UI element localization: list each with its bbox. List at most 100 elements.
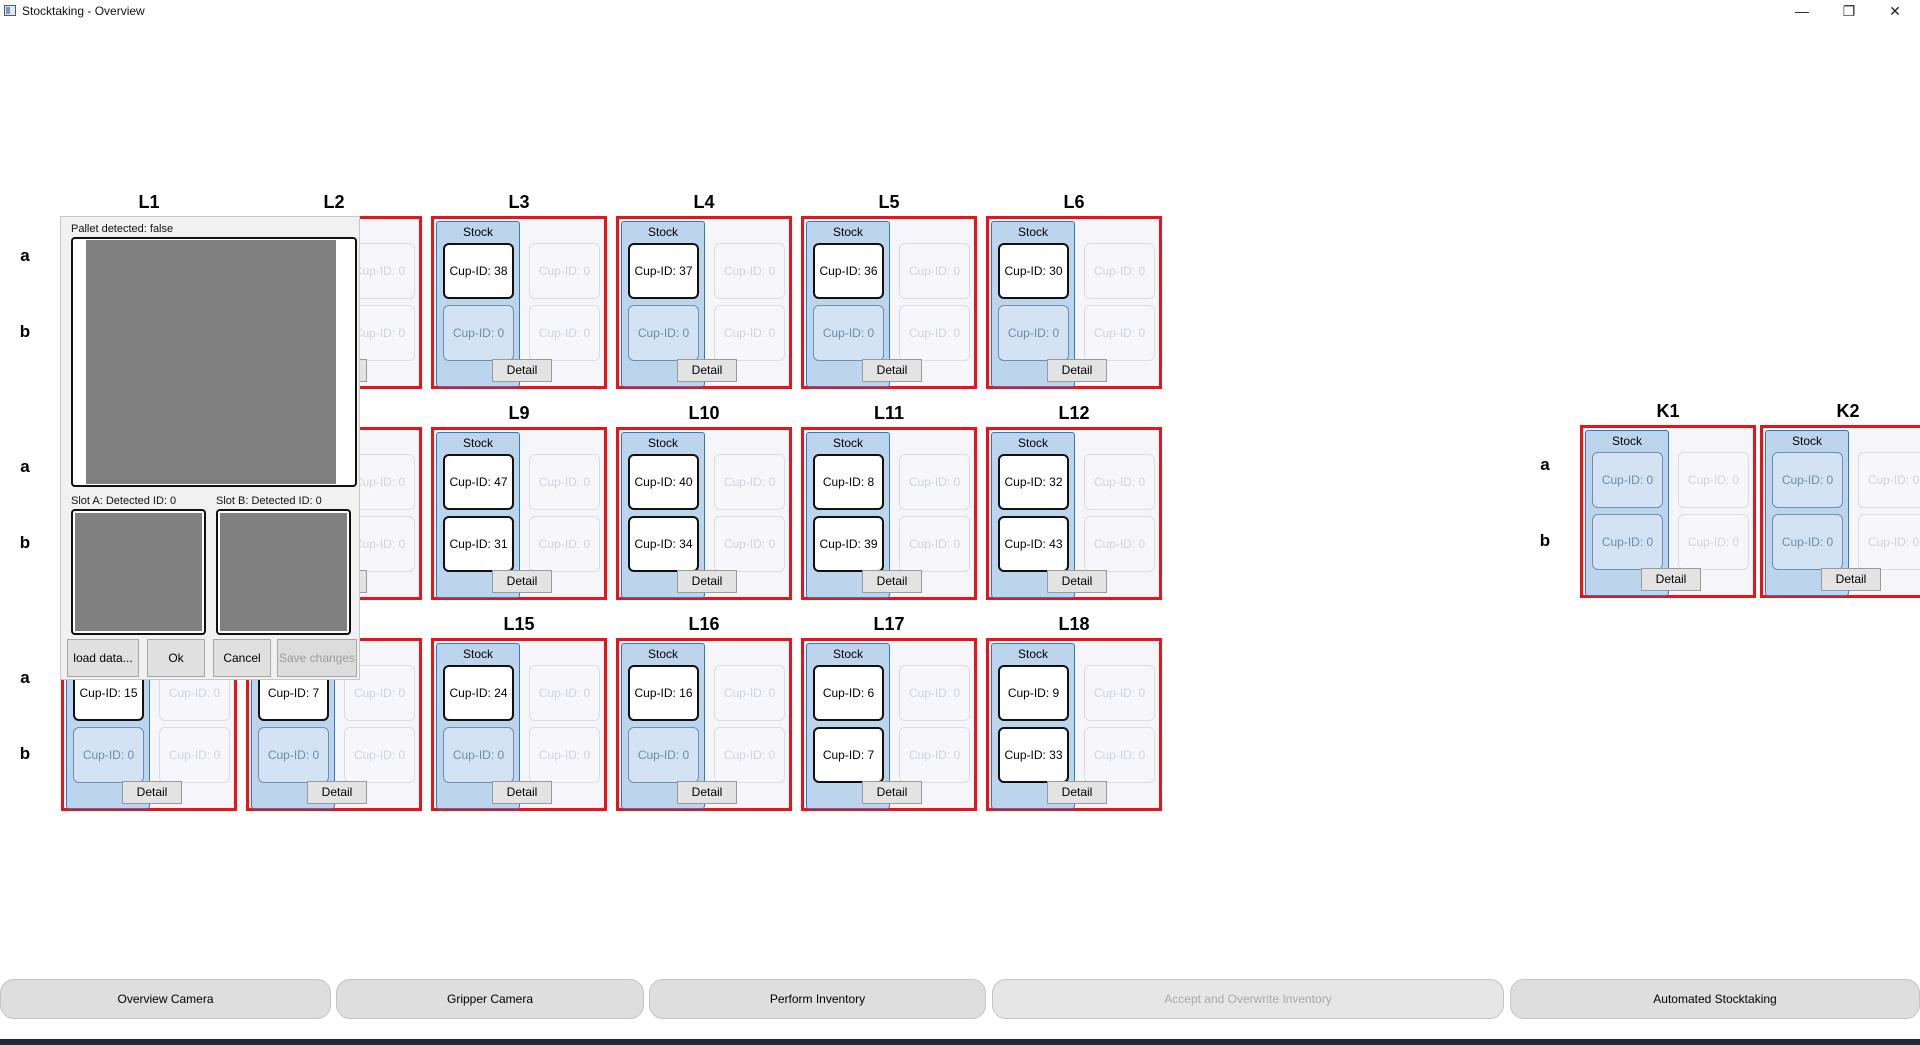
load-data-button[interactable]: load data...	[67, 639, 139, 677]
slot-a-image-frame	[71, 509, 206, 635]
slot-b-image-frame	[216, 509, 351, 635]
stock-label: Stock	[832, 647, 863, 661]
cup-slot-a[interactable]: Cup-ID: 38	[443, 243, 514, 299]
cup-slot-b[interactable]: Cup-ID: 33	[998, 727, 1069, 783]
ghost-slot-b: Cup-ID: 0	[529, 727, 600, 783]
ghost-slot-b: Cup-ID: 0	[159, 727, 230, 783]
detail-button[interactable]: Detail	[677, 781, 737, 804]
detail-button[interactable]: Detail	[862, 781, 922, 804]
location-k1: Stock Cup-ID: 0 Cup-ID: 0 Cup-ID: 0 Cup-ID: …	[1580, 425, 1756, 598]
close-button[interactable]: ✕	[1872, 0, 1918, 24]
stock-label: Stock	[1017, 647, 1048, 661]
cup-slot-a[interactable]: Cup-ID: 8	[813, 454, 884, 510]
cup-slot-b[interactable]: Cup-ID: 0	[998, 305, 1069, 361]
cup-slot-a[interactable]: Cup-ID: 0	[1772, 452, 1843, 508]
cup-slot-b[interactable]: Cup-ID: 7	[813, 727, 884, 783]
pallet-status: Pallet detected: false	[71, 223, 174, 235]
cup-slot-b[interactable]: Cup-ID: 34	[628, 516, 699, 572]
detail-button[interactable]: Detail	[492, 359, 552, 382]
detail-button[interactable]: Detail	[1047, 570, 1107, 593]
ghost-slot-a: Cup-ID: 0	[1858, 452, 1920, 508]
cup-slot-b[interactable]: Cup-ID: 43	[998, 516, 1069, 572]
ghost-slot-a: Cup-ID: 0	[1084, 454, 1155, 510]
pallet-image-frame	[71, 237, 357, 487]
detail-button[interactable]: Detail	[307, 781, 367, 804]
ghost-slot-a: Cup-ID: 0	[899, 665, 970, 721]
detail-button[interactable]: Detail	[1641, 568, 1701, 591]
ghost-slot-a: Cup-ID: 0	[1084, 665, 1155, 721]
row-label-a: a	[1540, 455, 1550, 474]
detail-button[interactable]: Detail	[1047, 781, 1107, 804]
cup-slot-b[interactable]: Cup-ID: 0	[443, 727, 514, 783]
slot-b-label: Slot B: Detected ID: 0	[216, 495, 322, 507]
slot-a-label: Slot A: Detected ID: 0	[71, 495, 177, 507]
cup-slot-a[interactable]: Cup-ID: 6	[813, 665, 884, 721]
detail-button[interactable]: Detail	[492, 781, 552, 804]
location-l4: Stock Cup-ID: 37 Cup-ID: 0 Cup-ID: 0 Cup-ID:…	[616, 216, 792, 389]
cup-slot-a[interactable]: Cup-ID: 16	[628, 665, 699, 721]
gripper-camera-button[interactable]: Gripper Camera	[336, 979, 644, 1019]
ghost-slot-a: Cup-ID: 0	[714, 243, 785, 299]
cup-slot-a[interactable]: Cup-ID: 24	[443, 665, 514, 721]
ghost-slot-b: Cup-ID: 0	[1858, 514, 1920, 570]
ghost-slot-a: Cup-ID: 0	[899, 454, 970, 510]
location-label-l18: L18	[1058, 614, 1090, 634]
stock-label: Stock	[647, 436, 678, 450]
overview-camera-button[interactable]: Overview Camera	[0, 979, 331, 1019]
location-label-l3: L3	[508, 192, 530, 212]
cup-slot-b[interactable]: Cup-ID: 0	[1772, 514, 1843, 570]
cup-slot-a[interactable]: Cup-ID: 37	[628, 243, 699, 299]
location-l5: Stock Cup-ID: 36 Cup-ID: 0 Cup-ID: 0 Cup-ID:…	[801, 216, 977, 389]
ghost-slot-b: Cup-ID: 0	[899, 305, 970, 361]
ghost-slot-a: Cup-ID: 0	[1084, 243, 1155, 299]
minimize-button[interactable]: —	[1779, 0, 1825, 24]
cup-slot-b[interactable]: Cup-ID: 31	[443, 516, 514, 572]
location-l9: Stock Cup-ID: 47 Cup-ID: 0 Cup-ID: 31 Cup-ID…	[431, 427, 607, 600]
cup-slot-b[interactable]: Cup-ID: 0	[258, 727, 329, 783]
cup-slot-b[interactable]: Cup-ID: 0	[1592, 514, 1663, 570]
location-label-l16: L16	[688, 614, 720, 634]
stock-label: Stock	[832, 436, 863, 450]
cup-slot-b[interactable]: Cup-ID: 39	[813, 516, 884, 572]
cup-slot-b[interactable]: Cup-ID: 0	[73, 727, 144, 783]
automated-stocktaking-button[interactable]: Automated Stocktaking	[1510, 979, 1920, 1019]
ghost-slot-a: Cup-ID: 0	[1678, 452, 1749, 508]
cup-slot-a[interactable]: Cup-ID: 36	[813, 243, 884, 299]
cup-slot-b[interactable]: Cup-ID: 0	[813, 305, 884, 361]
ghost-slot-b: Cup-ID: 0	[899, 516, 970, 572]
detail-button[interactable]: Detail	[122, 781, 182, 804]
slot-b-camera-image	[220, 513, 347, 631]
detail-button[interactable]: Detail	[1047, 359, 1107, 382]
row-label-b: b	[1539, 531, 1551, 550]
detail-button[interactable]: Detail	[677, 570, 737, 593]
detail-button[interactable]: Detail	[862, 570, 922, 593]
maximize-button[interactable]: ❐	[1826, 0, 1872, 24]
cancel-button[interactable]: Cancel	[213, 639, 271, 677]
window-title: Stocktaking - Overview	[22, 4, 145, 18]
stock-label: Stock	[1611, 434, 1642, 448]
detail-button[interactable]: Detail	[1821, 568, 1881, 591]
cup-slot-a[interactable]: Cup-ID: 9	[998, 665, 1069, 721]
cup-slot-a[interactable]: Cup-ID: 30	[998, 243, 1069, 299]
cup-slot-a[interactable]: Cup-ID: 0	[1592, 452, 1663, 508]
cup-slot-a[interactable]: Cup-ID: 32	[998, 454, 1069, 510]
location-label-l15: L15	[503, 614, 535, 634]
perform-inventory-button[interactable]: Perform Inventory	[649, 979, 986, 1019]
ghost-slot-a: Cup-ID: 0	[529, 665, 600, 721]
save-changes-button: Save changes	[277, 639, 357, 677]
cup-slot-a[interactable]: Cup-ID: 47	[443, 454, 514, 510]
stock-label: Stock	[1017, 225, 1048, 239]
detail-button[interactable]: Detail	[492, 570, 552, 593]
stock-label: Stock	[462, 225, 493, 239]
ghost-slot-b: Cup-ID: 0	[1084, 727, 1155, 783]
row-label-b: b	[19, 322, 31, 341]
cup-slot-b[interactable]: Cup-ID: 0	[443, 305, 514, 361]
detail-button[interactable]: Detail	[862, 359, 922, 382]
cup-slot-b[interactable]: Cup-ID: 0	[628, 727, 699, 783]
ghost-slot-b: Cup-ID: 0	[1084, 305, 1155, 361]
cup-slot-b[interactable]: Cup-ID: 0	[628, 305, 699, 361]
location-label-l1: L1	[138, 192, 160, 212]
ok-button[interactable]: Ok	[147, 639, 205, 677]
cup-slot-a[interactable]: Cup-ID: 40	[628, 454, 699, 510]
detail-button[interactable]: Detail	[677, 359, 737, 382]
